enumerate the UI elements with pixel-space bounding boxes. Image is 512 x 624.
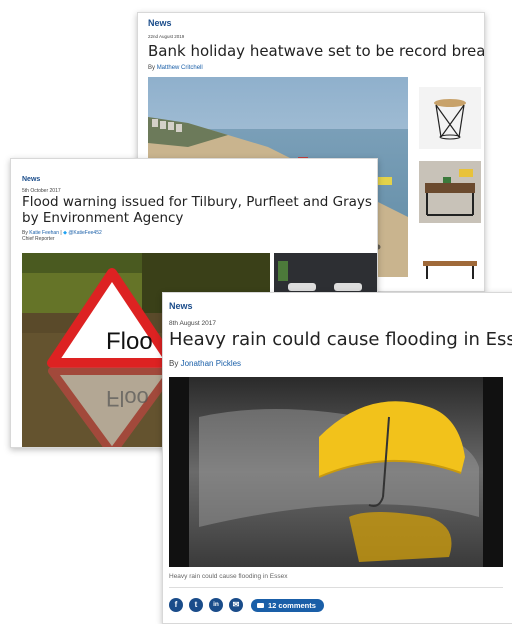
product-ad-side-table[interactable] [419, 87, 481, 149]
author-link[interactable]: Jonathan Pickles [181, 359, 241, 368]
twitter-icon[interactable]: t [189, 598, 203, 612]
twitter-link[interactable]: ◆ @KatieFee452 [63, 230, 102, 236]
byline: By Katie Feehan | ◆ @KatieFee452 Chief R… [22, 230, 102, 242]
twitter-icon: ◆ [63, 230, 67, 236]
article-headline[interactable]: Flood warning issued for Tilbury, Purfle… [22, 194, 374, 226]
article-date: 22nd August 2019 [148, 34, 185, 39]
twitter-handle: @KatieFee452 [68, 230, 102, 236]
divider [169, 587, 503, 588]
article-date: 8th August 2017 [169, 320, 216, 327]
byline-prefix: By [148, 65, 156, 71]
author-role: Chief Reporter [22, 236, 55, 242]
comment-icon [257, 602, 264, 608]
comments-button[interactable]: 12 comments [251, 599, 324, 612]
byline: By Matthew Critchell [148, 65, 203, 71]
sign-reflection-text: Floo [106, 386, 149, 411]
linkedin-icon[interactable]: in [209, 598, 223, 612]
category-label[interactable]: News [22, 176, 40, 183]
byline-prefix: By [169, 359, 179, 368]
byline: By Jonathan Pickles [169, 359, 241, 368]
umbrella-photo [169, 377, 503, 567]
sign-text: Floo [106, 328, 153, 355]
side-table-image [434, 99, 466, 140]
product-ad-bench[interactable] [419, 235, 481, 291]
author-link[interactable]: Matthew Critchell [157, 65, 203, 71]
byline-separator: | [60, 230, 62, 236]
photo-caption: Heavy rain could cause flooding in Essex [169, 573, 288, 580]
product-ad-coffee-table[interactable] [419, 161, 481, 223]
article-headline[interactable]: Bank holiday heatwave set to be record b… [148, 42, 484, 60]
coffee-table-image [419, 161, 481, 223]
category-label[interactable]: News [169, 301, 193, 311]
category-label[interactable]: News [148, 18, 172, 28]
article-card-heavy-rain: News 8th August 2017 Heavy rain could ca… [162, 292, 512, 624]
article-headline[interactable]: Heavy rain could cause flooding in Essex [169, 329, 512, 350]
facebook-icon[interactable]: f [169, 598, 183, 612]
comments-label: 12 comments [268, 601, 316, 610]
bench-image [419, 235, 481, 291]
email-icon[interactable]: ✉ [229, 598, 243, 612]
